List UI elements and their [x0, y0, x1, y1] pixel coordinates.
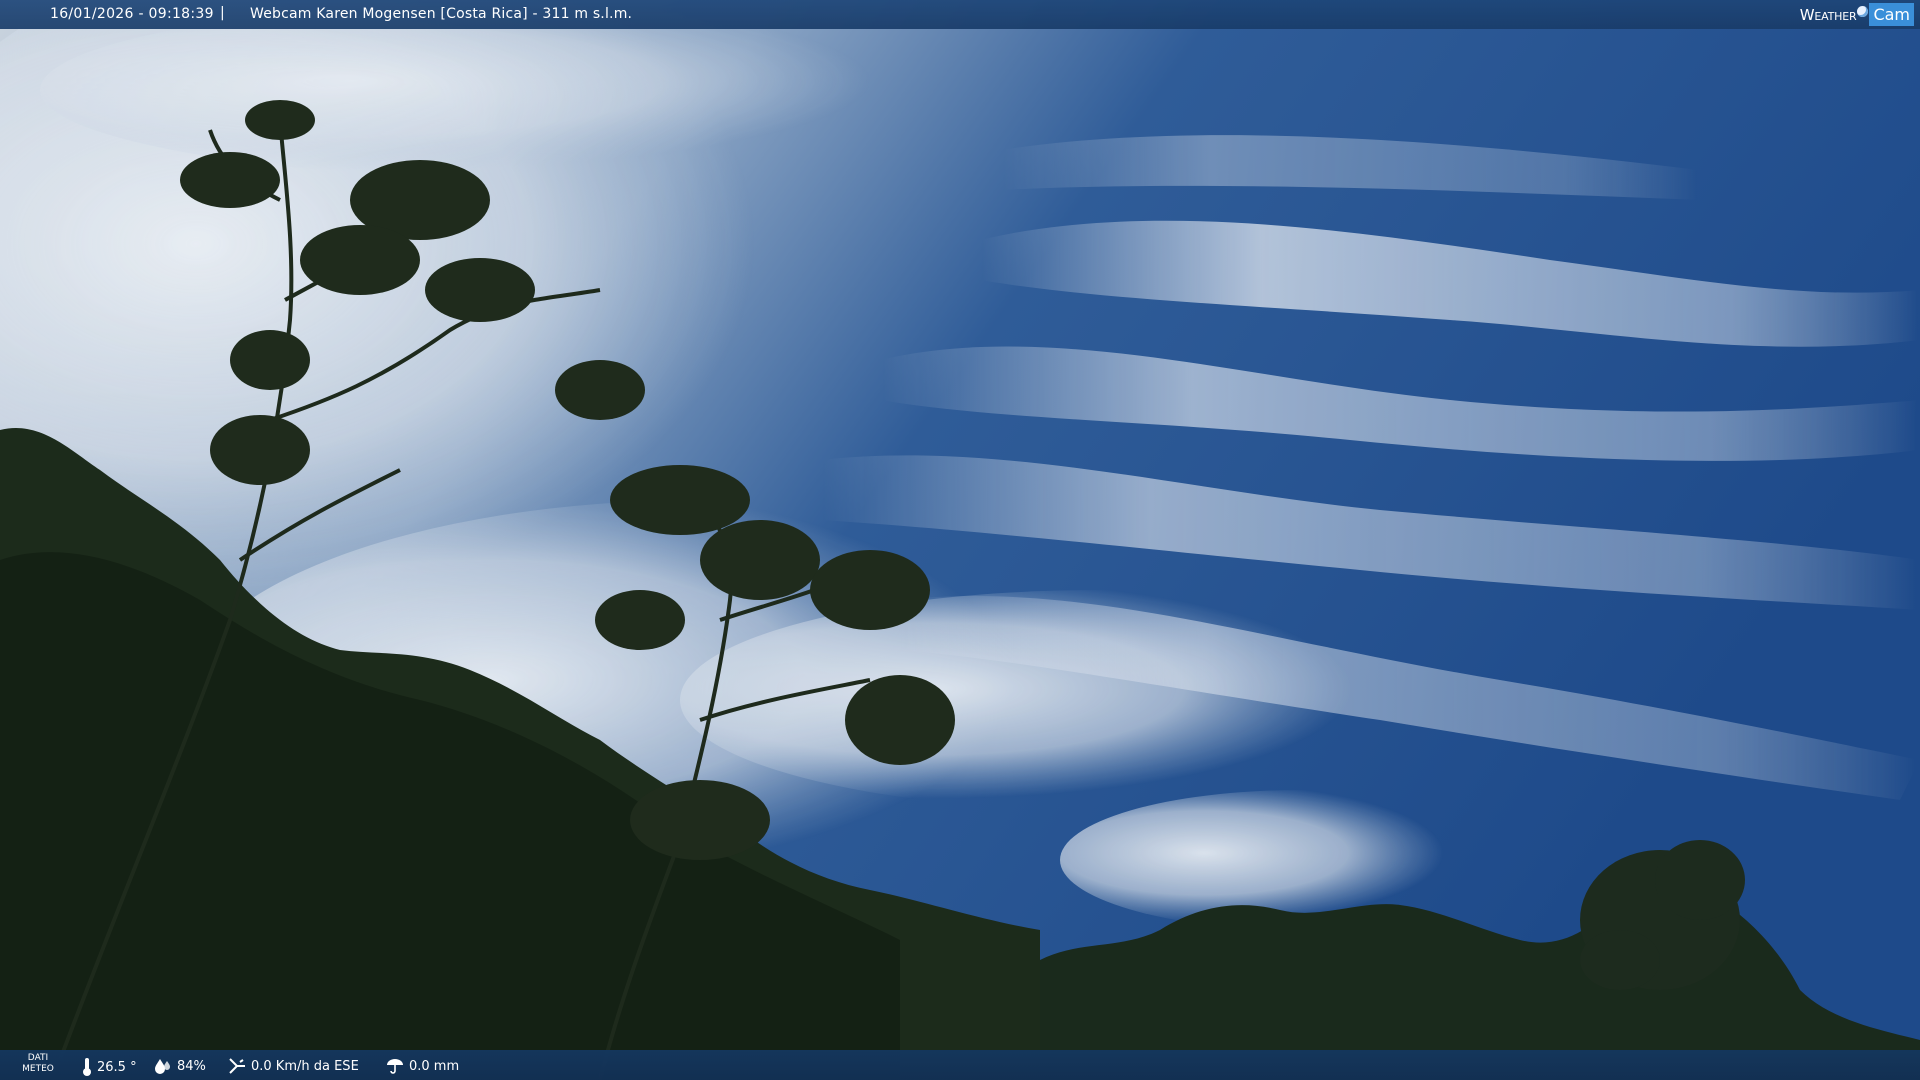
- bottom-overlay-bar: DATI METEO 26.5 ° 84% 0.0 Km/h da ESE 0.…: [0, 1050, 1920, 1080]
- title-separator: |: [220, 5, 225, 21]
- temperature-value: 26.5 °: [97, 1059, 137, 1075]
- rain-reading: 0.0 mm: [386, 1058, 459, 1074]
- humidity-reading: 84%: [154, 1058, 206, 1074]
- humidity-drop-icon: [155, 1059, 170, 1074]
- wind-icon: [229, 1058, 245, 1074]
- humidity-value: 84%: [177, 1058, 206, 1074]
- timestamp: 16/01/2026 - 09:18:39: [50, 6, 214, 22]
- top-overlay-bar: 16/01/2026 - 09:18:39 | Webcam Karen Mog…: [0, 0, 1920, 29]
- thermometer-icon: [83, 1058, 91, 1076]
- webcam-frame: 16/01/2026 - 09:18:39 | Webcam Karen Mog…: [0, 0, 1920, 1080]
- rain-value: 0.0 mm: [409, 1058, 460, 1074]
- temperature-reading: 26.5 °: [82, 1058, 137, 1076]
- brand-cam-text: Cam: [1869, 3, 1914, 26]
- weathercam-logo: Weather Cam: [1800, 0, 1920, 29]
- webcam-title: Webcam Karen Mogensen [Costa Rica] - 311…: [250, 6, 633, 22]
- brand-dot-icon: [1857, 6, 1869, 17]
- wind-value: 0.0 Km/h da ESE: [251, 1058, 359, 1074]
- rain-gauge-icon: [387, 1059, 403, 1074]
- webcam-image: [0, 0, 1920, 1080]
- dati-label: DATI: [27, 1053, 49, 1063]
- wind-reading: 0.0 Km/h da ESE: [228, 1058, 359, 1074]
- dati-meteo-label: DATI METEO: [22, 1053, 54, 1075]
- meteo-label: METEO: [22, 1064, 54, 1074]
- brand-weather-text: Weather: [1799, 5, 1857, 24]
